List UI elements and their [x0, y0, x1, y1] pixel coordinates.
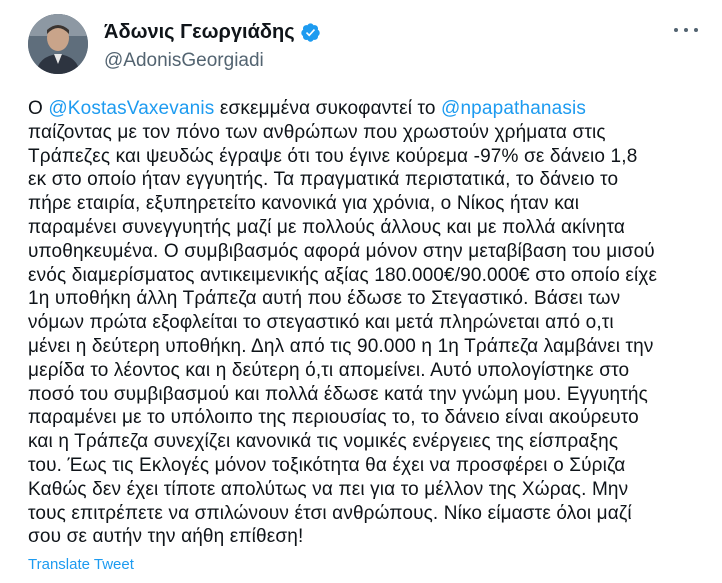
- tweet-line: σου σε αυτήν την αήθη επίθεση!: [28, 525, 700, 549]
- tweet-text-segment: του. Έως τις Εκλογές μόνον τοξικότητα θα…: [28, 454, 626, 476]
- tweet-line: παραμένει με το υπόλοιπο της περιουσίας …: [28, 406, 700, 430]
- tweet-line: μερίδα το λέοντος και η δεύτερη ό,τι απο…: [28, 359, 700, 383]
- dot: [694, 28, 698, 32]
- display-name[interactable]: Άδωνις Γεωργιάδης: [104, 20, 295, 44]
- tweet-line: Ο @KostasVaxevanis εσκεμμένα συκοφαντεί …: [28, 97, 700, 121]
- mention-link[interactable]: @KostasVaxevanis: [48, 98, 214, 119]
- tweet-text-segment: και η Τράπεζα συνεχίζει κανονικά τις νομ…: [28, 431, 619, 453]
- tweet-text-segment: Καθώς δεν έχει τίποτε απολύτως να πει γι…: [28, 478, 629, 500]
- dot: [674, 28, 678, 32]
- tweet-line: εκ στο οποίο ήταν εγγυητής. Τα πραγματικ…: [28, 168, 700, 192]
- tweet-text-segment: ποσό του συμβιβασμού και πολλά έδωσε κατ…: [28, 383, 648, 405]
- tweet-line: ποσό του συμβιβασμού και πολλά έδωσε κατ…: [28, 383, 700, 407]
- tweet-text-segment: υποθηκευμένα. Ο συμβιβασμός αφορά μόνον …: [28, 240, 655, 262]
- tweet-line: νόμων πρώτα εξοφλείται το στεγαστικό και…: [28, 311, 700, 335]
- tweet-text-segment: τους επιτρέπετε να σπιλώνουν έτσι ανθρώπ…: [28, 502, 632, 524]
- tweet-line: παίζοντας με τον πόνο των ανθρώπων που χ…: [28, 121, 700, 145]
- tweet-line: παραμένει συνεγγυητής μαζί με πολλούς άλ…: [28, 216, 700, 240]
- tweet-text-segment: παίζοντας με τον πόνο των ανθρώπων που χ…: [28, 121, 606, 143]
- translate-tweet-link[interactable]: Translate Tweet: [28, 556, 134, 573]
- tweet-text-segment: 1η υποθήκη άλλη Τράπεζα αυτή που έδωσε τ…: [28, 288, 621, 310]
- tweet-text-segment: εκ στο οποίο ήταν εγγυητής. Τα πραγματικ…: [28, 169, 619, 191]
- tweet-text-segment: σου σε αυτήν την αήθη επίθεση!: [28, 526, 304, 548]
- tweet-text-segment: εσκεμμένα συκοφαντεί το: [214, 98, 442, 119]
- tweet-line: του. Έως τις Εκλογές μόνον τοξικότητα θα…: [28, 454, 700, 478]
- tweet-line: Τράπεζες και ψευδώς έγραψε ότι του έγινε…: [28, 145, 700, 169]
- avatar[interactable]: [28, 14, 88, 74]
- tweet-line: ενός διαμερίσματος αντικειμενικής αξίας …: [28, 264, 700, 288]
- tweet-text-segment: ενός διαμερίσματος αντικειμενικής αξίας …: [28, 264, 658, 286]
- tweet-line: 1η υποθήκη άλλη Τράπεζα αυτή που έδωσε τ…: [28, 287, 700, 311]
- verified-badge-icon: [300, 22, 321, 43]
- name-row[interactable]: Άδωνις Γεωργιάδης: [104, 20, 321, 44]
- tweet-text-segment: παραμένει συνεγγυητής μαζί με πολλούς άλ…: [28, 216, 626, 238]
- tweet-text-segment: μένει η δεύτερη υποθήκη. Δηλ από τις 90.…: [28, 335, 654, 357]
- mention-link[interactable]: @npapathanasis: [441, 98, 586, 119]
- tweet-text-segment: μερίδα το λέοντος και η δεύτερη ό,τι απο…: [28, 359, 630, 381]
- tweet-text-segment: νόμων πρώτα εξοφλείται το στεγαστικό και…: [28, 312, 614, 334]
- tweet-line: και η Τράπεζα συνεχίζει κανονικά τις νομ…: [28, 430, 700, 454]
- tweet-text: Ο @KostasVaxevanis εσκεμμένα συκοφαντεί …: [28, 97, 700, 549]
- tweet-line: μένει η δεύτερη υποθήκη. Δηλ από τις 90.…: [28, 335, 700, 359]
- tweet-line: τους επιτρέπετε να σπιλώνουν έτσι ανθρώπ…: [28, 502, 700, 526]
- tweet-text-segment: Τράπεζες και ψευδώς έγραψε ότι του έγινε…: [28, 145, 638, 167]
- tweet-text-segment: Ο: [28, 98, 49, 119]
- tweet-text-segment: πήρε εταιρία, εξυπηρετείτο κανονικά για …: [28, 193, 580, 215]
- tweet-line: πήρε εταιρία, εξυπηρετείτο κανονικά για …: [28, 192, 700, 216]
- tweet-line: υποθηκευμένα. Ο συμβιβασμός αφορά μόνον …: [28, 240, 700, 264]
- tweet-header: Άδωνις Γεωργιάδης @AdonisGeorgiadi: [28, 14, 698, 76]
- tweet-line: Καθώς δεν έχει τίποτε απολύτως να πει γι…: [28, 478, 700, 502]
- tweet-text-segment: παραμένει με το υπόλοιπο της περιουσίας …: [28, 407, 639, 429]
- user-handle[interactable]: @AdonisGeorgiadi: [104, 50, 264, 72]
- more-options-icon[interactable]: [674, 26, 698, 34]
- dot: [684, 28, 688, 32]
